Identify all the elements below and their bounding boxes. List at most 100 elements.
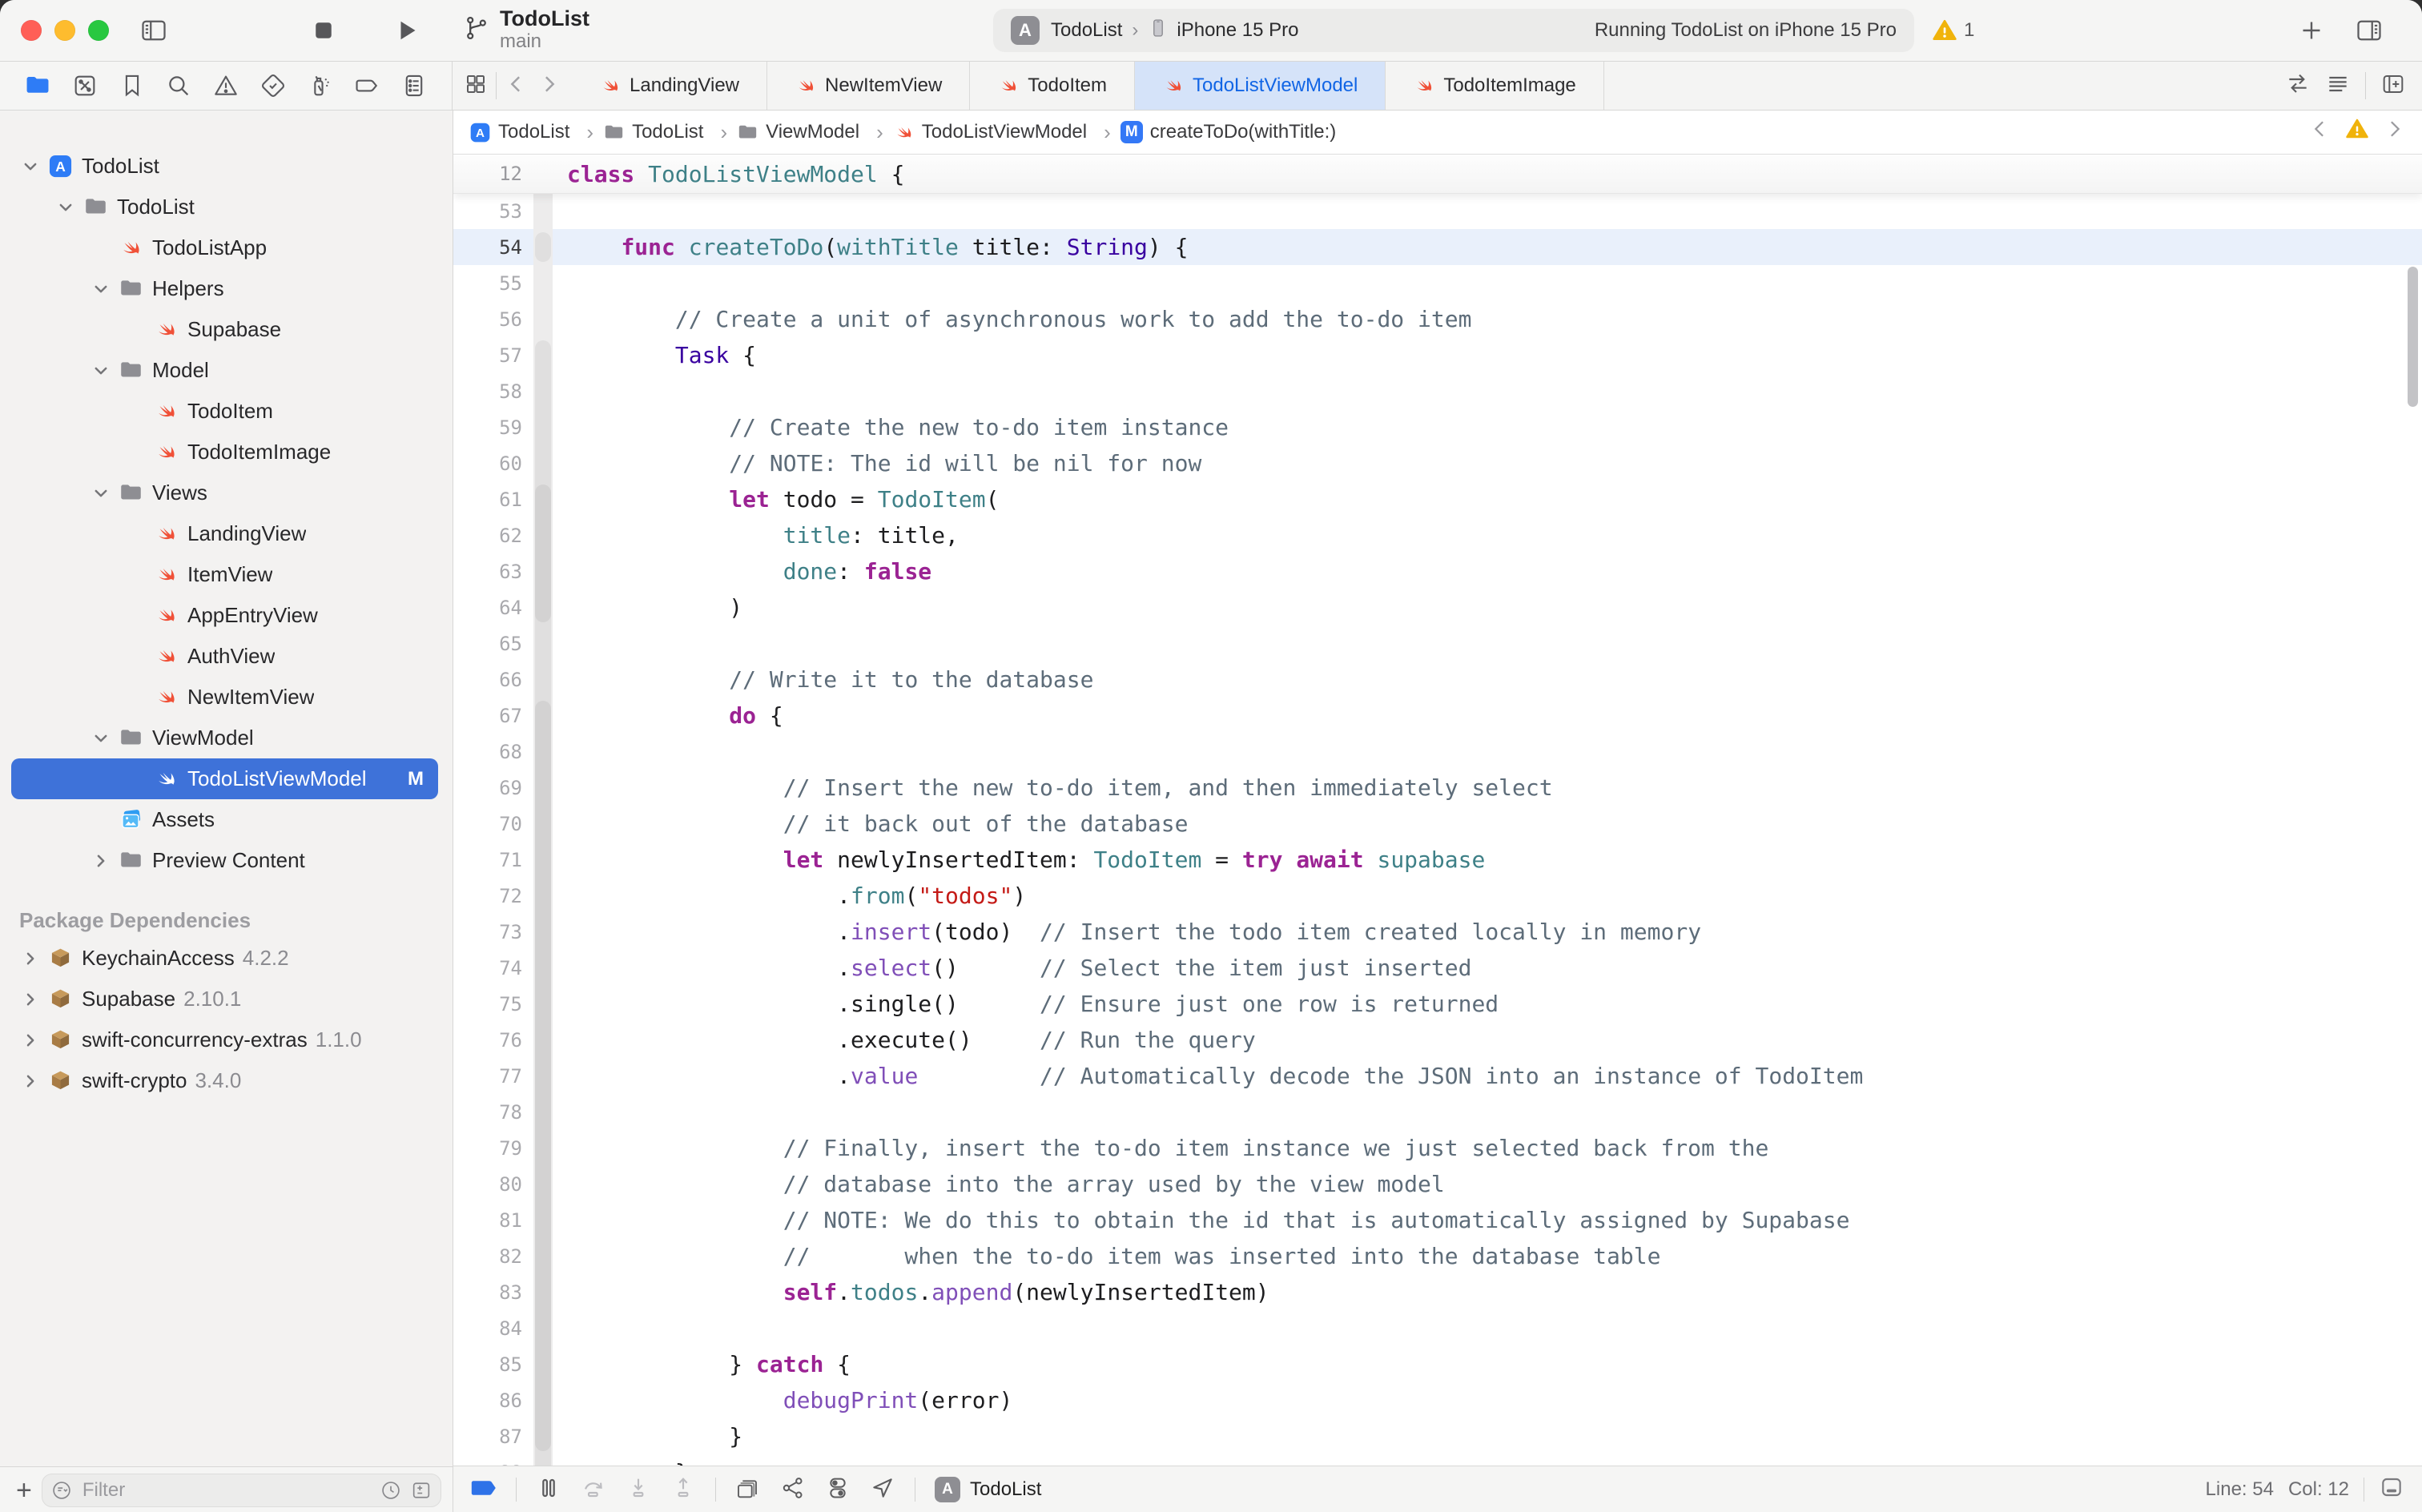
simulate-location-button[interactable] xyxy=(870,1475,895,1505)
code-editor[interactable]: 12 class TodoListViewModel { 5354 func c… xyxy=(453,155,2422,1466)
add-button[interactable] xyxy=(2295,14,2327,46)
breakpoints-toggle[interactable] xyxy=(471,1475,497,1505)
line-number[interactable]: 78 xyxy=(453,1101,533,1124)
chevron-right-icon[interactable] xyxy=(22,950,39,967)
sidebar-item-todolist[interactable]: ATodoList xyxy=(11,146,438,187)
line-number[interactable]: 76 xyxy=(453,1029,533,1052)
code-line-74[interactable]: 74 .select() // Select the item just ins… xyxy=(453,950,2422,986)
line-number[interactable]: 53 xyxy=(453,200,533,223)
breakpoint-navigator-icon[interactable] xyxy=(351,70,383,102)
project-navigator-icon[interactable] xyxy=(22,70,54,102)
line-number[interactable]: 79 xyxy=(453,1137,533,1160)
step-over-button[interactable] xyxy=(581,1475,606,1505)
line-number[interactable]: 55 xyxy=(453,272,533,295)
line-number[interactable]: 85 xyxy=(453,1353,533,1376)
code-line-63[interactable]: 63 done: false xyxy=(453,553,2422,589)
previous-issue-button[interactable] xyxy=(2308,117,2332,147)
code-line-71[interactable]: 71 let newlyInsertedItem: TodoItem = try… xyxy=(453,842,2422,878)
line-number[interactable]: 64 xyxy=(453,597,533,619)
line-number[interactable]: 82 xyxy=(453,1245,533,1268)
line-number[interactable]: 73 xyxy=(453,921,533,943)
issue-warning-icon[interactable] xyxy=(2345,117,2369,147)
tab-todoitemimage[interactable]: TodoItemImage xyxy=(1386,62,1603,110)
code-line-64[interactable]: 64 ) xyxy=(453,589,2422,625)
code-line-81[interactable]: 81 // NOTE: We do this to obtain the id … xyxy=(453,1202,2422,1238)
code-line-62[interactable]: 62 title: title, xyxy=(453,517,2422,553)
code-line-60[interactable]: 60 // NOTE: The id will be nil for now xyxy=(453,445,2422,481)
editor-display-options-icon[interactable] xyxy=(2379,1474,2404,1506)
code-line-61[interactable]: 61 let todo = TodoItem( xyxy=(453,481,2422,517)
tab-todoitem[interactable]: TodoItem xyxy=(970,62,1135,110)
line-number[interactable]: 83 xyxy=(453,1281,533,1304)
code-lines[interactable]: 5354 func createToDo(withTitle title: St… xyxy=(453,193,2422,1466)
running-process[interactable]: A TodoList xyxy=(935,1477,1041,1502)
code-line-86[interactable]: 86 debugPrint(error) xyxy=(453,1382,2422,1418)
find-navigator-icon[interactable] xyxy=(163,70,195,102)
breadcrumb-item-viewmodel[interactable]: ViewModel xyxy=(737,120,893,145)
line-number[interactable]: 54 xyxy=(453,236,533,259)
warning-count-badge[interactable]: 1 xyxy=(1932,18,1974,43)
source-control-filter-icon[interactable] xyxy=(410,1479,432,1502)
sidebar-item-appentryview[interactable]: AppEntryView xyxy=(11,595,438,636)
code-review-icon[interactable] xyxy=(2285,71,2311,101)
add-editor-icon[interactable] xyxy=(2380,71,2406,101)
code-line-65[interactable]: 65 xyxy=(453,625,2422,662)
step-into-button[interactable] xyxy=(626,1475,651,1505)
source-control-navigator-icon[interactable] xyxy=(69,70,101,102)
run-destination-app[interactable]: TodoList xyxy=(1051,19,1122,42)
chevron-down-icon[interactable] xyxy=(92,485,110,502)
package-item-supabase[interactable]: Supabase2.10.1 xyxy=(11,979,438,1019)
line-number[interactable]: 60 xyxy=(453,452,533,475)
memory-graph-button[interactable] xyxy=(780,1475,806,1505)
line-number[interactable]: 69 xyxy=(453,777,533,799)
sidebar-item-model[interactable]: Model xyxy=(11,350,438,391)
package-item-swift-crypto[interactable]: swift-crypto3.4.0 xyxy=(11,1060,438,1101)
fold-ribbon[interactable] xyxy=(533,193,553,1466)
line-number[interactable]: 86 xyxy=(453,1389,533,1412)
code-line-53[interactable]: 53 xyxy=(453,193,2422,229)
chevron-right-icon[interactable] xyxy=(22,1072,39,1090)
code-line-69[interactable]: 69 // Insert the new to-do item, and the… xyxy=(453,770,2422,806)
package-item-keychainaccess[interactable]: KeychainAccess4.2.2 xyxy=(11,938,438,979)
code-line-72[interactable]: 72 .from("todos") xyxy=(453,878,2422,914)
sidebar-item-todoitem[interactable]: TodoItem xyxy=(11,391,438,432)
code-line-73[interactable]: 73 .insert(todo) // Insert the todo item… xyxy=(453,914,2422,950)
editor-options-icon[interactable] xyxy=(2325,71,2351,101)
code-line-76[interactable]: 76 .execute() // Run the query xyxy=(453,1022,2422,1058)
code-line-55[interactable]: 55 xyxy=(453,265,2422,301)
line-number[interactable]: 63 xyxy=(453,561,533,583)
code-line-84[interactable]: 84 xyxy=(453,1310,2422,1346)
sidebar-item-newitemview[interactable]: NewItemView xyxy=(11,677,438,718)
filter-input[interactable] xyxy=(81,1478,372,1502)
code-line-67[interactable]: 67 do { xyxy=(453,698,2422,734)
tab-todolistviewmodel[interactable]: TodoListViewModel xyxy=(1135,62,1386,110)
breadcrumb-item-todolistviewmodel[interactable]: TodoListViewModel xyxy=(893,120,1120,145)
sidebar-item-todoitemimage[interactable]: TodoItemImage xyxy=(11,432,438,472)
code-line-88[interactable]: 88 } xyxy=(453,1454,2422,1466)
scheme-selector[interactable]: TodoList main xyxy=(463,6,589,53)
run-destination-device[interactable]: iPhone 15 Pro xyxy=(1177,19,1298,42)
step-out-button[interactable] xyxy=(670,1475,696,1505)
line-number[interactable]: 58 xyxy=(453,380,533,403)
code-line-83[interactable]: 83 self.todos.append(newlyInsertedItem) xyxy=(453,1274,2422,1310)
toggle-right-sidebar-icon[interactable] xyxy=(2353,14,2385,46)
code-line-75[interactable]: 75 .single() // Ensure just one row is r… xyxy=(453,986,2422,1022)
line-number[interactable]: 56 xyxy=(453,308,533,331)
chevron-right-icon[interactable] xyxy=(22,991,39,1008)
code-line-82[interactable]: 82 // when the to-do item was inserted i… xyxy=(453,1238,2422,1274)
filter-field[interactable] xyxy=(42,1474,441,1507)
line-number[interactable]: 77 xyxy=(453,1065,533,1088)
sidebar-item-views[interactable]: Views xyxy=(11,472,438,513)
vertical-scrollbar[interactable] xyxy=(2408,267,2418,407)
related-items-icon[interactable] xyxy=(464,72,488,100)
next-issue-button[interactable] xyxy=(2382,117,2406,147)
code-line-59[interactable]: 59 // Create the new to-do item instance xyxy=(453,409,2422,445)
line-number[interactable]: 75 xyxy=(453,993,533,1015)
line-number[interactable]: 80 xyxy=(453,1173,533,1196)
add-item-button[interactable]: + xyxy=(16,1478,32,1502)
pause-button[interactable] xyxy=(536,1475,561,1505)
line-number[interactable]: 57 xyxy=(453,344,533,367)
code-line-77[interactable]: 77 .value // Automatically decode the JS… xyxy=(453,1058,2422,1094)
sidebar-item-landingview[interactable]: LandingView xyxy=(11,513,438,554)
line-number[interactable]: 61 xyxy=(453,489,533,511)
